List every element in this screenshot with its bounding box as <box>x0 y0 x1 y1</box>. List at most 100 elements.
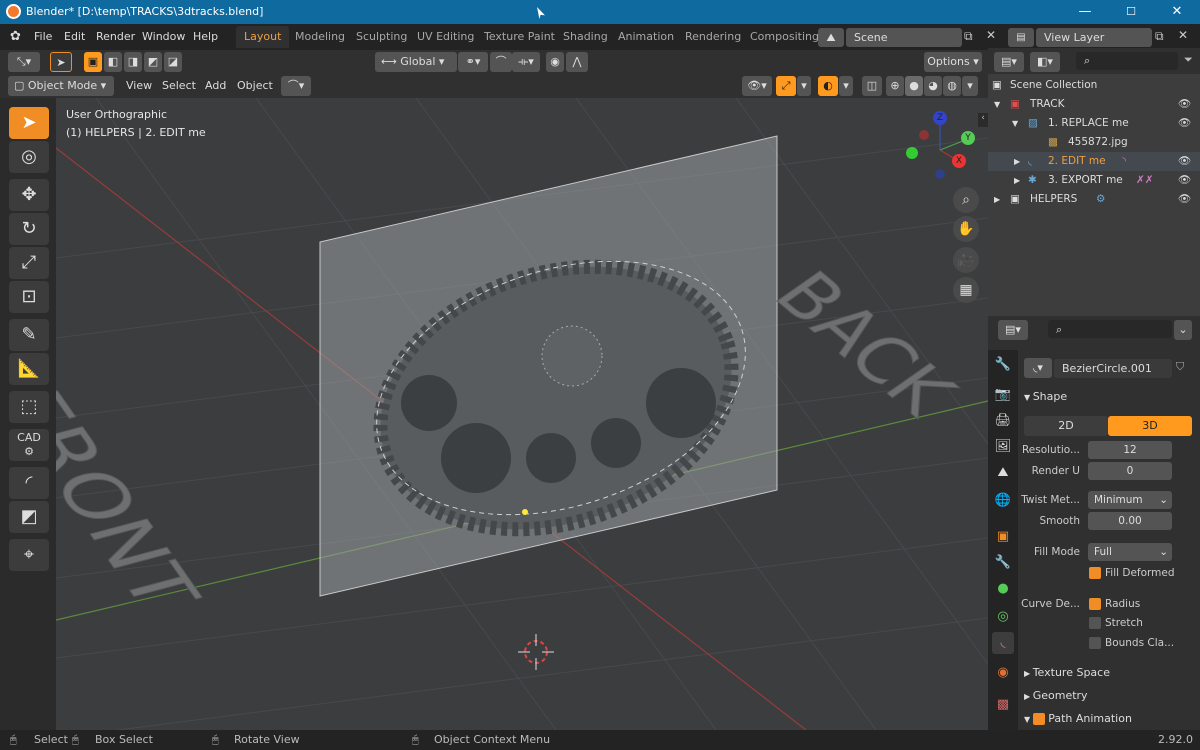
select-cursor-icon[interactable]: ➤ <box>50 52 72 72</box>
tool-tab-icon[interactable]: 🔧 <box>992 354 1014 376</box>
rotate-tool-icon[interactable]: ↻ <box>9 213 49 245</box>
zoom-icon[interactable]: ⌕ <box>953 187 979 213</box>
visibility-eye-icon[interactable]: 👁 <box>1178 171 1191 190</box>
fake-user-shield-icon[interactable]: ⛉ <box>1176 360 1184 374</box>
tab-uv-editing[interactable]: UV Editing <box>409 26 482 48</box>
select-mode-subtract-icon[interactable]: ◨ <box>124 52 142 72</box>
select-tool-icon[interactable]: ➤ <box>9 107 49 139</box>
new-view-layer-icon[interactable]: ⧉ <box>1155 29 1164 44</box>
new-scene-icon[interactable]: ⧉ <box>964 29 973 44</box>
snap-target-icon[interactable]: ⟛▾ <box>512 52 540 72</box>
outliner-filter-funnel-icon[interactable]: ⏷ <box>1184 53 1193 67</box>
menu-edit[interactable]: Edit <box>64 30 85 43</box>
maximize-button[interactable]: ☐ <box>1108 0 1154 24</box>
viewport-menu-add[interactable]: Add <box>205 79 226 92</box>
select-mode-extend-icon[interactable]: ◧ <box>104 52 122 72</box>
world-tab-icon[interactable]: 🌐 <box>992 490 1014 512</box>
texture-tab-icon[interactable]: ▩ <box>992 694 1014 716</box>
scene-tab-icon[interactable]: ⛰ <box>992 462 1014 484</box>
material-shading-icon[interactable]: ◕ <box>924 76 942 96</box>
close-button[interactable]: ✕ <box>1154 0 1200 24</box>
material-tab-icon[interactable]: ◉ <box>992 662 1014 684</box>
smooth-field[interactable]: 0.00 <box>1088 512 1172 530</box>
scene-field[interactable]: Scene <box>846 28 962 47</box>
visibility-eye-icon[interactable]: 👁 <box>1178 152 1191 171</box>
viewport-menu-select[interactable]: Select <box>162 79 196 92</box>
scene-browse-icon[interactable]: ⛰ <box>818 28 844 47</box>
camera-view-icon[interactable]: 🎥 <box>953 247 979 273</box>
fill-deformed-checkbox[interactable] <box>1089 567 1101 579</box>
delete-scene-icon[interactable]: ✕ <box>986 28 996 42</box>
scale-tool-icon[interactable]: ⤢ <box>9 247 49 279</box>
stretch-checkbox[interactable] <box>1089 617 1101 629</box>
navigation-gizmo[interactable]: X Y Z <box>902 108 982 188</box>
tab-sculpting[interactable]: Sculpting <box>348 26 415 48</box>
mode-dropdown[interactable]: ▢ Object Mode ▾ <box>8 76 114 96</box>
properties-editor-type-icon[interactable]: ▤▾ <box>998 320 1028 340</box>
tab-animation[interactable]: Animation <box>610 26 682 48</box>
snap-tool-icon[interactable]: ⌖ <box>9 539 49 571</box>
transform-tool-icon[interactable]: ⊡ <box>9 281 49 313</box>
gizmo-toggle-icon[interactable]: ⤢ <box>776 76 796 96</box>
ortho-grid-icon[interactable]: ▦ <box>953 277 979 303</box>
particles-tab-icon[interactable]: ● <box>992 578 1014 600</box>
sidebar-toggle-icon[interactable]: ‹ <box>978 113 988 127</box>
measure-tool-icon[interactable]: 📐 <box>9 353 49 385</box>
wireframe-shading-icon[interactable]: ⊕ <box>886 76 904 96</box>
outliner-row-track[interactable]: ▼ ▣ TRACK 👁 <box>988 95 1200 114</box>
menu-render[interactable]: Render <box>96 30 135 43</box>
pan-hand-icon[interactable]: ✋ <box>953 216 979 242</box>
properties-options-icon[interactable]: ⌄ <box>1174 320 1192 340</box>
pose-icon[interactable]: ⌒▾ <box>281 76 311 96</box>
resolution-field[interactable]: 12 <box>1088 441 1172 459</box>
tab-texture-paint[interactable]: Texture Paint <box>476 26 563 48</box>
tab-compositing[interactable]: Compositing <box>742 26 827 48</box>
snap-toggle-icon[interactable]: ⌒ <box>490 52 512 72</box>
options-dropdown[interactable]: Options ▾ <box>924 52 982 72</box>
view-layer-browse-icon[interactable]: ▤ <box>1008 28 1034 47</box>
tab-rendering[interactable]: Rendering <box>677 26 749 48</box>
twist-method-dropdown[interactable]: Minimum ⌄ <box>1088 491 1172 509</box>
dimension-2d-button[interactable]: 2D <box>1024 416 1108 436</box>
texture-space-panel[interactable]: ▶ Texture Space <box>1024 666 1110 679</box>
shading-options-icon[interactable]: ▾ <box>962 76 978 96</box>
select-mode-new-icon[interactable]: ▣ <box>84 52 102 72</box>
tab-modeling[interactable]: Modeling <box>287 26 353 48</box>
bounds-clamp-checkbox[interactable] <box>1089 637 1101 649</box>
3d-viewport[interactable]: FRONT BACK User Orthographic (1) HELPERS… <box>56 98 988 730</box>
view-layer-field[interactable]: View Layer <box>1036 28 1152 47</box>
tab-shading[interactable]: Shading <box>555 26 616 48</box>
cursor-tool-icon[interactable]: ◎ <box>9 141 49 173</box>
outliner-display-mode-icon[interactable]: ▤▾ <box>994 52 1024 72</box>
menu-help[interactable]: Help <box>193 30 218 43</box>
outliner-filter-icon[interactable]: ◧▾ <box>1030 52 1060 72</box>
modifier-tab-icon[interactable]: 🔧 <box>992 552 1014 574</box>
gizmo-z[interactable]: Z <box>933 111 947 125</box>
falloff-icon[interactable]: ⋀ <box>566 52 588 72</box>
tab-layout[interactable]: Layout <box>236 26 290 48</box>
select-mode-intersect-icon[interactable]: ◪ <box>164 52 182 72</box>
fill-mode-dropdown[interactable]: Full ⌄ <box>1088 543 1172 561</box>
geometry-panel[interactable]: ▶ Geometry <box>1024 689 1088 702</box>
path-animation-panel[interactable]: ▼ Path Animation <box>1024 712 1132 725</box>
gizmo-options-icon[interactable]: ▾ <box>797 76 811 96</box>
cad-tool-icon[interactable]: CAD ⚙ <box>9 429 49 461</box>
menu-window[interactable]: Window <box>142 30 185 43</box>
blender-menu-icon[interactable]: ✿ <box>10 29 21 44</box>
xray-toggle-icon[interactable]: ◫ <box>862 76 882 96</box>
curve-data-icon[interactable]: ◟▾ <box>1024 358 1052 378</box>
annotate-tool-icon[interactable]: ✎ <box>9 319 49 351</box>
overlays-options-icon[interactable]: ▾ <box>839 76 853 96</box>
object-tab-icon[interactable]: ▣ <box>992 526 1014 548</box>
outliner-row-image[interactable]: ▩ 455872.jpg <box>988 133 1200 152</box>
curve-data-name[interactable]: BezierCircle.001 <box>1054 359 1172 378</box>
outliner-search-input[interactable]: ⌕ <box>1076 52 1178 70</box>
solid-shading-icon[interactable]: ● <box>905 76 923 96</box>
frame-tool-icon[interactable]: ◩ <box>9 501 49 533</box>
outliner-row-replace[interactable]: ▼ ▨ 1. REPLACE me 👁 <box>988 114 1200 133</box>
transform-pivot-icon[interactable]: ⤡▾ <box>8 52 40 72</box>
dimension-3d-button[interactable]: 3D <box>1108 416 1192 436</box>
visibility-icon[interactable]: 👁▾ <box>742 76 772 96</box>
view-layer-tab-icon[interactable]: 🖼 <box>992 436 1014 458</box>
path-animation-checkbox[interactable] <box>1032 713 1045 725</box>
